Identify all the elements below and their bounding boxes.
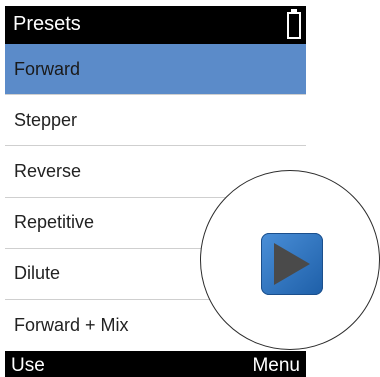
preset-label: Forward + Mix: [14, 315, 129, 336]
preset-label: Repetitive: [14, 212, 95, 233]
softkey-bar: Use Menu: [5, 354, 306, 377]
preset-item-stepper[interactable]: Stepper: [5, 95, 306, 147]
preset-item-forward[interactable]: Forward: [5, 44, 306, 96]
page-title: Presets: [13, 13, 81, 35]
battery-icon: [287, 9, 301, 39]
play-icon: [274, 243, 310, 285]
menu-softkey[interactable]: Menu: [252, 355, 300, 377]
use-softkey[interactable]: Use: [11, 355, 45, 377]
title-bar: Presets: [5, 6, 306, 44]
preset-label: Reverse: [14, 160, 82, 181]
preset-label: Forward: [14, 58, 81, 79]
preset-label: Dilute: [14, 263, 61, 284]
preset-label: Stepper: [14, 109, 78, 130]
zoom-callout: [200, 170, 380, 350]
play-button[interactable]: [261, 233, 323, 295]
